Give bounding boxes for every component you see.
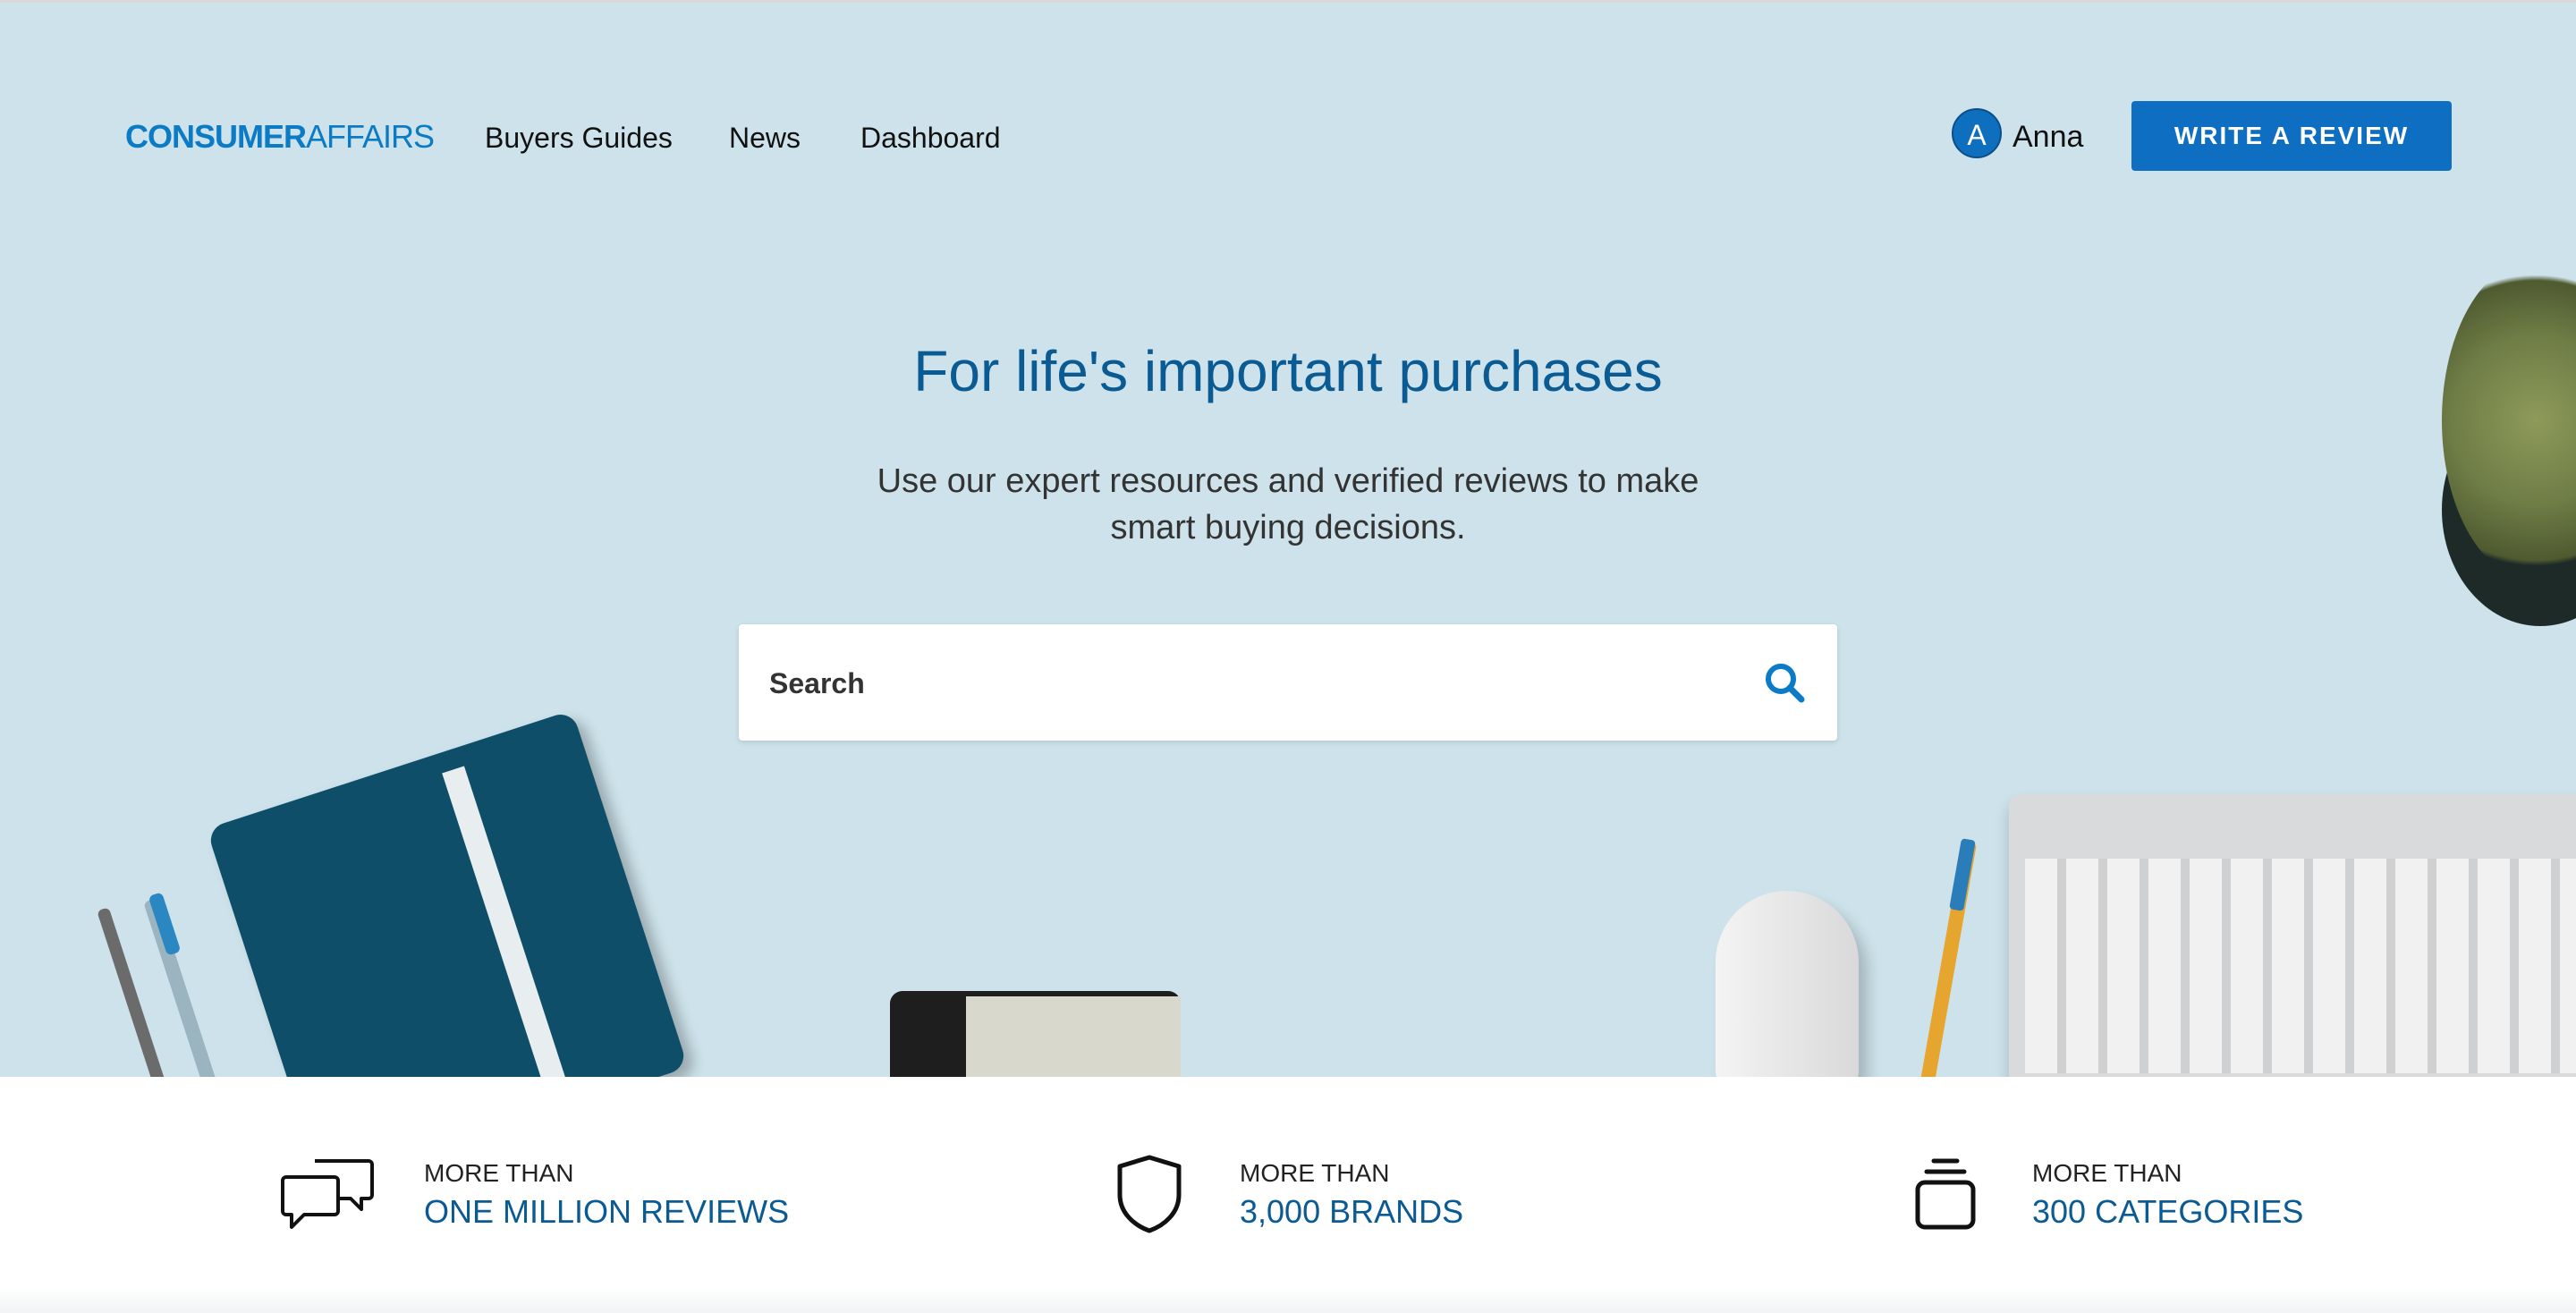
user-name[interactable]: Anna [2012, 120, 2083, 155]
pen-decoration [143, 897, 229, 1077]
logo-light-text: AFFAIRS [306, 118, 435, 155]
page-title: For life's important purchases [913, 339, 1663, 403]
dollar-bill-decoration [966, 996, 1181, 1077]
stat-label-categories: MORE THAN [2032, 1159, 2182, 1187]
stats-shadow [0, 1288, 2576, 1313]
logo[interactable]: CONSUMERAFFAIRS [125, 118, 435, 156]
search-box [739, 624, 1837, 741]
search-input[interactable] [767, 660, 1665, 707]
stat-value-reviews: ONE MILLION REVIEWS [424, 1193, 790, 1230]
nav-dashboard[interactable]: Dashboard [860, 122, 1001, 155]
stack-icon [1915, 1158, 1976, 1230]
top-border [0, 0, 2576, 3]
hero-subtitle: Use our expert resources and verified re… [877, 462, 1699, 546]
stat-value-brands: 3,000 BRANDS [1240, 1193, 1464, 1230]
search-icon[interactable] [1762, 660, 1809, 707]
stat-label-reviews: MORE THAN [424, 1159, 574, 1187]
avatar[interactable]: A [1952, 108, 2002, 158]
mouse-decoration [1716, 891, 1859, 1077]
stat-label-brands: MORE THAN [1240, 1159, 1390, 1187]
nav-news[interactable]: News [729, 122, 801, 155]
logo-bold-text: CONSUMER [125, 118, 307, 155]
notebook-decoration [206, 709, 689, 1077]
write-review-button[interactable]: WRITE A REVIEW [2131, 101, 2452, 171]
shield-icon [1117, 1155, 1182, 1233]
stat-value-categories: 300 CATEGORIES [2032, 1193, 2304, 1230]
nav-buyers-guides[interactable]: Buyers Guides [485, 122, 673, 155]
hero-section: CONSUMERAFFAIRS Buyers Guides News Dashb… [0, 0, 2576, 1077]
pencil-end-decoration [1949, 838, 1976, 911]
chat-bubbles-icon [281, 1159, 374, 1229]
keyboard-keys-decoration [2025, 859, 2576, 1073]
